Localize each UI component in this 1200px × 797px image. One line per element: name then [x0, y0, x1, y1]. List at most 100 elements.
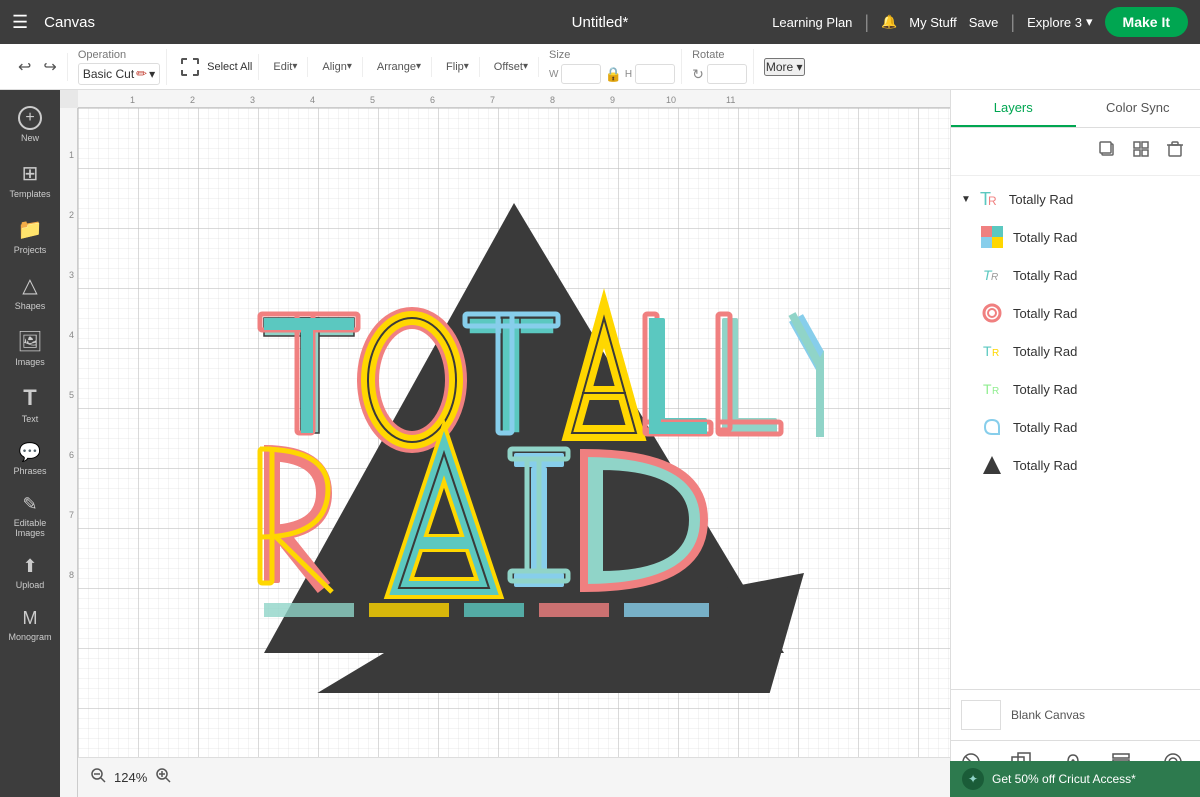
layer-group-header[interactable]: ▼ T R Totally Rad	[951, 180, 1200, 218]
edit-pen-icon: ✏	[136, 66, 147, 82]
sidebar-item-templates[interactable]: ⊞ Templates	[0, 153, 60, 207]
sidebar-item-projects[interactable]: 📁 Projects	[0, 209, 60, 263]
height-input[interactable]	[635, 64, 675, 84]
zoom-in-icon	[155, 767, 171, 783]
layer-item-6[interactable]: Totally Rad	[951, 408, 1200, 446]
layer-4-name: Totally Rad	[1013, 344, 1077, 359]
zoom-in-button[interactable]	[155, 767, 171, 788]
main-layout: + New ⊞ Templates 📁 Projects △ Shapes 🖼 …	[0, 90, 1200, 797]
layer-6-thumb	[979, 414, 1005, 440]
artwork-svg	[204, 173, 824, 693]
menu-icon[interactable]: ☰	[12, 12, 28, 33]
select-all-label: Select All	[207, 61, 252, 73]
zoom-bar: 124%	[78, 757, 950, 797]
save-button[interactable]: Save	[969, 15, 999, 30]
machine-selector[interactable]: Explore 3 ▾	[1027, 14, 1092, 30]
layer-item-2[interactable]: T R Totally Rad	[951, 256, 1200, 294]
tab-layers[interactable]: Layers	[951, 90, 1076, 127]
more-group: More ▾	[758, 58, 811, 76]
zoom-out-icon	[90, 767, 106, 783]
arrange-button[interactable]: Arrange ▾	[373, 57, 425, 77]
layer-item-4[interactable]: T R Totally Rad	[951, 332, 1200, 370]
layer-item-1[interactable]: Totally Rad	[951, 218, 1200, 256]
layer-7-thumb	[979, 452, 1005, 478]
svg-text:T: T	[983, 381, 992, 397]
header: ☰ Canvas Untitled* Learning Plan | 🔔 My …	[0, 0, 1200, 44]
rotate-group: Rotate ↻	[686, 49, 754, 84]
copy-layer-button[interactable]	[1094, 136, 1120, 167]
offset-button[interactable]: Offset ▾	[490, 57, 532, 77]
sidebar-item-monogram[interactable]: M Monogram	[0, 600, 60, 650]
shapes-icon: △	[22, 273, 37, 298]
blank-canvas-label: Blank Canvas	[1011, 708, 1085, 722]
layer-1-thumb	[979, 224, 1005, 250]
redo-button[interactable]: ↪	[39, 53, 60, 81]
layer-item-5[interactable]: T R Totally Rad	[951, 370, 1200, 408]
layer-item-3[interactable]: Totally Rad	[951, 294, 1200, 332]
zoom-out-button[interactable]	[90, 767, 106, 788]
layer-2-thumb: T R	[979, 262, 1005, 288]
delete-layer-button[interactable]	[1162, 136, 1188, 167]
group-thumb: T R	[977, 186, 1003, 212]
learning-plan-link[interactable]: Learning Plan	[772, 15, 852, 30]
artwork-container[interactable]	[204, 173, 824, 693]
sidebar-item-text[interactable]: T Text	[0, 377, 60, 432]
panel-tabs: Layers Color Sync	[951, 90, 1200, 128]
sidebar-item-shapes-label: Shapes	[15, 301, 46, 311]
layer-item-7[interactable]: Totally Rad	[951, 446, 1200, 484]
operation-label: Operation	[78, 49, 160, 61]
document-title[interactable]: Untitled*	[572, 14, 629, 31]
left-sidebar: + New ⊞ Templates 📁 Projects △ Shapes 🖼 …	[0, 90, 60, 797]
svg-text:T: T	[983, 343, 992, 359]
rotate-label: Rotate	[692, 49, 747, 61]
text-icon: T	[23, 385, 36, 411]
group-name: Totally Rad	[1009, 192, 1073, 207]
canvas-area[interactable]: 1 2 3 4 5 6 7 8 9 10 11 1 2 3 4 5 6 7 8	[60, 90, 950, 797]
promo-icon: ✦	[962, 768, 984, 790]
layer-5-name: Totally Rad	[1013, 382, 1077, 397]
offset-group: Offset ▾	[484, 57, 539, 77]
phrases-icon: 💬	[19, 442, 41, 463]
panel-bottom: Blank Canvas	[951, 689, 1200, 740]
rotate-input[interactable]	[707, 64, 747, 84]
layer-6-name: Totally Rad	[1013, 420, 1077, 435]
sidebar-item-new[interactable]: + New	[0, 98, 60, 151]
right-panel: Layers Color Sync	[950, 90, 1200, 797]
sidebar-item-upload[interactable]: ⬆ Upload	[0, 548, 60, 598]
size-group: Size W 🔒 H	[543, 49, 682, 84]
make-it-button[interactable]: Make It	[1105, 7, 1188, 37]
undo-button[interactable]: ↩	[14, 53, 35, 81]
toolbar: ↩ ↪ Operation Basic Cut ✏ ▾ Select All E…	[0, 44, 1200, 90]
projects-icon: 📁	[18, 217, 43, 242]
sidebar-item-phrases-label: Phrases	[13, 466, 46, 476]
tab-color-sync[interactable]: Color Sync	[1076, 90, 1200, 127]
monogram-icon: M	[23, 608, 38, 629]
group-layer-button[interactable]	[1128, 136, 1154, 167]
delete-icon	[1166, 140, 1184, 158]
flip-button[interactable]: Flip ▾	[442, 57, 473, 77]
width-input[interactable]	[561, 64, 601, 84]
layer-7-name: Totally Rad	[1013, 458, 1077, 473]
sidebar-item-images[interactable]: 🖼 Images	[0, 321, 60, 375]
panel-actions	[951, 128, 1200, 176]
operation-select[interactable]: Basic Cut ✏ ▾	[78, 63, 160, 85]
edit-button[interactable]: Edit ▾	[269, 57, 301, 77]
more-button[interactable]: More ▾	[764, 58, 805, 76]
my-stuff-link[interactable]: My Stuff	[909, 15, 956, 30]
app-name: Canvas	[44, 14, 95, 31]
sidebar-item-monogram-label: Monogram	[8, 632, 51, 642]
edit-group: Edit ▾	[263, 57, 308, 77]
blank-canvas-thumb	[961, 700, 1001, 730]
group-icon	[1132, 140, 1150, 158]
bell-icon[interactable]: 🔔	[881, 14, 897, 30]
ruler-top: 1 2 3 4 5 6 7 8 9 10 11	[78, 90, 950, 108]
sidebar-item-shapes[interactable]: △ Shapes	[0, 265, 60, 319]
sidebar-item-editable[interactable]: ✎ Editable Images	[0, 486, 60, 546]
layer-3-name: Totally Rad	[1013, 306, 1077, 321]
select-all-button[interactable]	[177, 54, 203, 80]
align-button[interactable]: Align ▾	[318, 57, 356, 77]
select-group: Select All	[171, 54, 259, 80]
layer-1-name: Totally Rad	[1013, 230, 1077, 245]
sidebar-item-phrases[interactable]: 💬 Phrases	[0, 434, 60, 484]
promo-bar[interactable]: ✦ Get 50% off Cricut Access*	[950, 761, 1200, 797]
